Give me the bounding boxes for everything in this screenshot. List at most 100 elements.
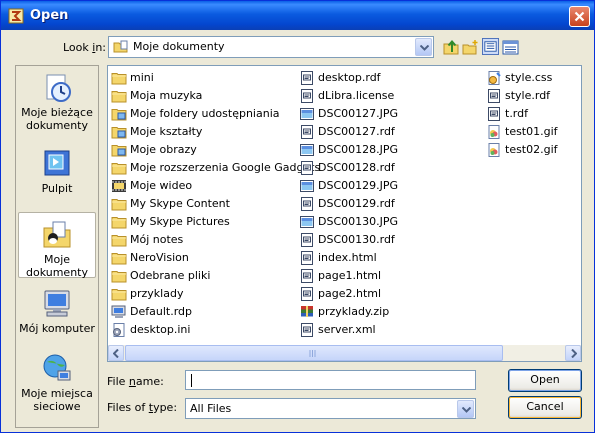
file-item-label: Moje obrazy — [130, 143, 197, 156]
place-my-computer[interactable]: Mój komputer — [18, 288, 96, 335]
file-item[interactable]: DSC00130.rdf — [299, 231, 398, 249]
open-button-label: Open — [530, 373, 560, 386]
file-item[interactable]: DSC00130.JPG — [299, 213, 398, 231]
details-view-icon[interactable] — [502, 39, 519, 56]
file-item-label: page2.html — [318, 287, 382, 300]
doc-icon — [299, 160, 315, 176]
open-button[interactable]: Open — [508, 369, 582, 392]
place-desktop[interactable]: Pulpit — [18, 148, 96, 195]
file-item[interactable]: My Skype Pictures — [111, 213, 320, 231]
css-icon — [486, 70, 502, 86]
horizontal-scrollbar[interactable] — [107, 345, 582, 362]
file-item[interactable]: desktop.rdf — [299, 69, 398, 87]
file-item[interactable]: t.rdf — [486, 105, 558, 123]
file-item[interactable]: Moje kształty — [111, 123, 320, 141]
scroll-thumb[interactable] — [125, 345, 503, 361]
file-item[interactable]: DSC00127.rdf — [299, 123, 398, 141]
file-item-label: Moja muzyka — [130, 89, 203, 102]
scroll-right-button[interactable] — [565, 345, 581, 361]
file-item-label: przyklady — [130, 287, 184, 300]
desktop-icon — [44, 150, 70, 176]
cancel-button[interactable]: Cancel — [508, 396, 582, 419]
scroll-left-button[interactable] — [108, 345, 124, 361]
file-item[interactable]: style.css — [486, 69, 558, 87]
doc-icon — [299, 268, 315, 284]
file-item[interactable]: DSC00129.rdf — [299, 195, 398, 213]
file-item-label: page1.html — [318, 269, 382, 282]
place-my-documents[interactable]: Moje dokumenty — [18, 212, 96, 279]
place-label: Moje dokumenty — [26, 253, 88, 279]
file-item-label: test02.gif — [505, 143, 558, 156]
doc-icon — [299, 322, 315, 338]
file-item[interactable]: NeroVision — [111, 249, 320, 267]
file-list[interactable]: mini Moja muzyka Moje foldery udostępniani… — [107, 65, 582, 362]
up-one-level-icon[interactable] — [443, 39, 460, 56]
doc-icon — [486, 106, 502, 122]
files-of-type-dropdown-button[interactable] — [457, 400, 474, 418]
file-item-label: Moje kształty — [130, 125, 203, 138]
file-item[interactable]: page2.html — [299, 285, 398, 303]
file-item[interactable]: Moje rozszerzenia Google Gadgets — [111, 159, 320, 177]
file-item-label: mini — [130, 71, 154, 84]
file-item[interactable]: DSC00127.JPG — [299, 105, 398, 123]
file-item[interactable]: page1.html — [299, 267, 398, 285]
file-item[interactable]: test01.gif — [486, 123, 558, 141]
file-item[interactable]: style.rdf — [486, 87, 558, 105]
list-view-icon[interactable] — [482, 38, 499, 55]
file-item[interactable]: Moje wideo — [111, 177, 320, 195]
title-bar[interactable]: Open — [1, 1, 594, 30]
file-item-label: style.rdf — [505, 89, 551, 102]
recent-documents-icon — [46, 74, 71, 102]
folder-icon — [111, 268, 127, 284]
folder-icon — [111, 196, 127, 212]
file-item[interactable]: Mój notes — [111, 231, 320, 249]
window-title: Open — [30, 8, 69, 23]
look-in-dropdown-button[interactable] — [415, 38, 432, 56]
file-item-label: Moje foldery udostępniania — [130, 107, 280, 120]
image-icon — [299, 106, 315, 122]
file-item[interactable]: przyklady.zip — [299, 303, 398, 321]
doc-icon — [299, 88, 315, 104]
file-item[interactable]: mini — [111, 69, 320, 87]
file-item[interactable]: dLibra.license — [299, 87, 398, 105]
cancel-button-label: Cancel — [526, 400, 564, 413]
new-folder-icon[interactable] — [462, 39, 479, 56]
zip-icon — [299, 304, 315, 320]
file-name-input[interactable] — [185, 370, 476, 390]
file-item[interactable]: test02.gif — [486, 141, 558, 159]
file-item[interactable]: przyklady — [111, 285, 320, 303]
chevron-down-icon — [420, 45, 429, 51]
file-item[interactable]: Moje foldery udostępniania — [111, 105, 320, 123]
file-item-label: server.xml — [318, 323, 376, 336]
file-item[interactable]: My Skype Content — [111, 195, 320, 213]
file-item-label: dLibra.license — [318, 89, 395, 102]
place-recent-documents[interactable]: Moje bieżące dokumenty — [18, 72, 96, 132]
gif-icon — [486, 124, 502, 140]
place-label: Pulpit — [41, 182, 73, 195]
file-item-label: DSC00127.rdf — [318, 125, 395, 138]
files-of-type-combo[interactable]: All Files — [185, 398, 476, 419]
files-of-type-label: Files of type: — [107, 401, 178, 414]
look-in-combo[interactable]: Moje dokumenty — [108, 36, 434, 58]
network-places-icon — [43, 354, 71, 381]
close-button[interactable] — [569, 6, 590, 27]
file-item[interactable]: index.html — [299, 249, 398, 267]
app-icon — [8, 8, 24, 24]
doc-icon — [299, 250, 315, 266]
file-item[interactable]: Default.rdp — [111, 303, 320, 321]
doc-icon — [299, 232, 315, 248]
file-item[interactable]: desktop.ini — [111, 321, 320, 339]
doc-icon — [299, 286, 315, 302]
folder-icon — [111, 214, 127, 230]
rdp-icon — [111, 304, 127, 320]
file-item[interactable]: DSC00129.JPG — [299, 177, 398, 195]
file-item[interactable]: DSC00128.rdf — [299, 159, 398, 177]
file-item-label: My Skype Content — [130, 197, 230, 210]
file-item[interactable]: DSC00128.JPG — [299, 141, 398, 159]
file-item[interactable]: Moja muzyka — [111, 87, 320, 105]
image-icon — [299, 214, 315, 230]
place-network-places[interactable]: Moje miejsca sieciowe — [18, 353, 96, 413]
file-item[interactable]: Odebrane pliki — [111, 267, 320, 285]
file-item[interactable]: Moje obrazy — [111, 141, 320, 159]
file-item[interactable]: server.xml — [299, 321, 398, 339]
